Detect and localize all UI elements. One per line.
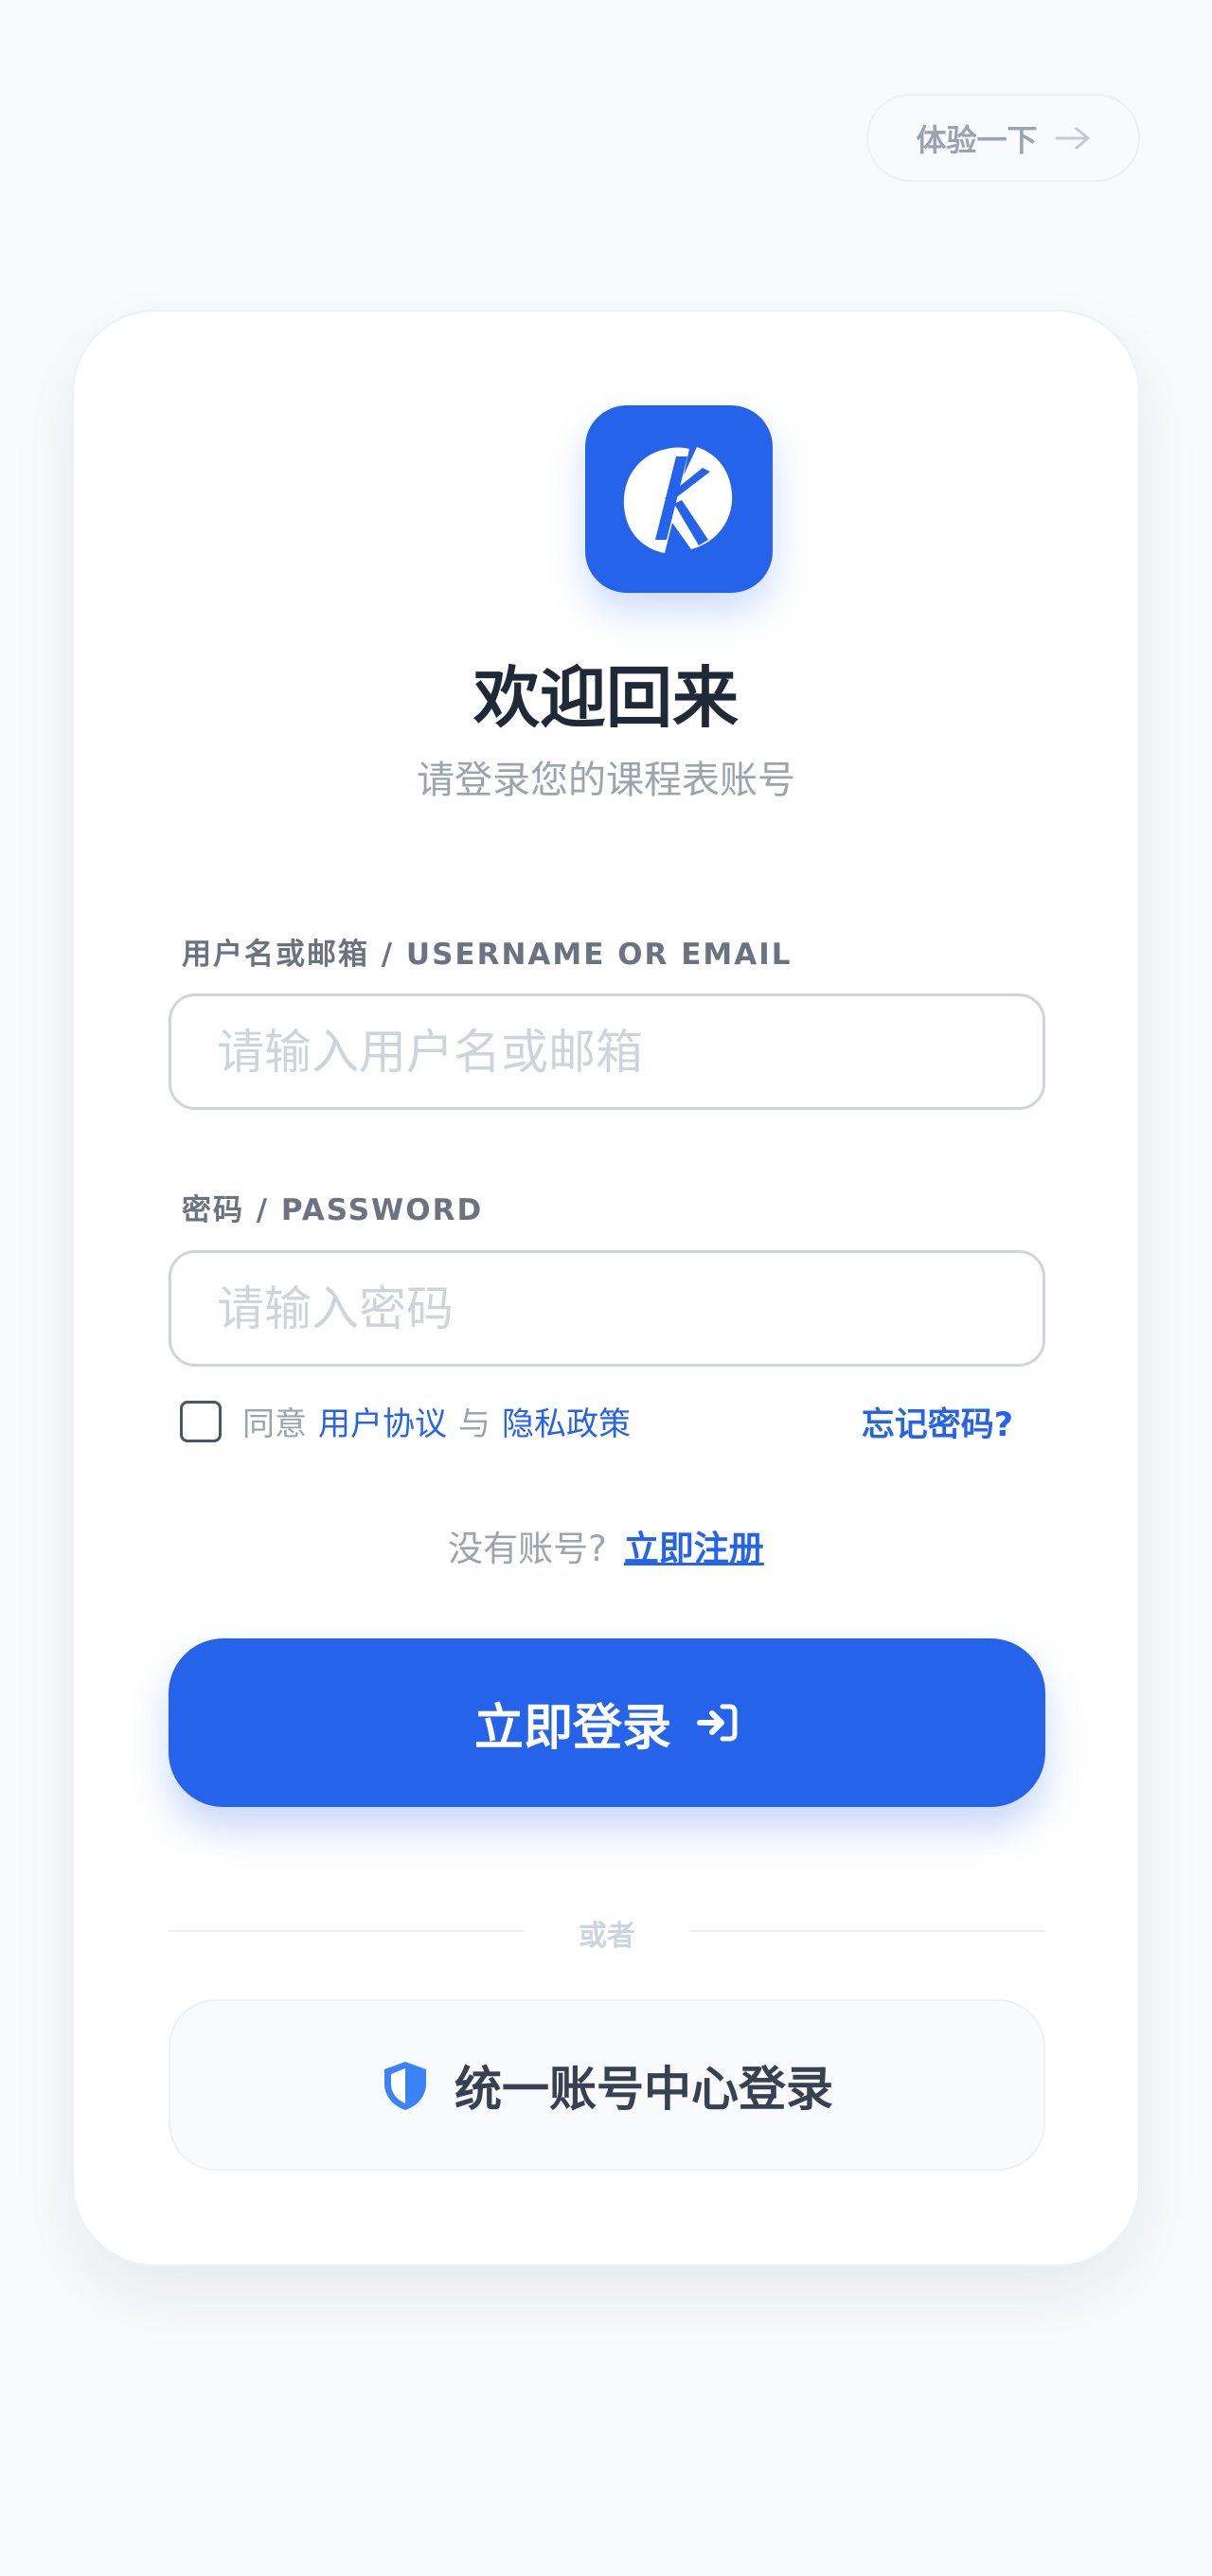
- password-label: 密码 / PASSWORD: [182, 1193, 484, 1227]
- sign-in-icon: [697, 1704, 738, 1742]
- agreement-row: 同意 用户协议 与 隐私政策: [180, 1398, 640, 1444]
- k-logo-icon: [585, 405, 773, 593]
- shield-icon: [384, 2061, 426, 2110]
- divider-line-right: [689, 1930, 1045, 1932]
- arrow-right-icon: [1055, 127, 1089, 149]
- register-row: 没有账号? 立即注册: [74, 1520, 1138, 1571]
- divider-text: 或者: [579, 1920, 635, 1953]
- login-page: 体验一下 欢迎回来 请登录您的课程表账号 用户名或邮箱 / USERNAME O…: [0, 0, 1212, 2576]
- no-account-text: 没有账号?: [448, 1529, 607, 1569]
- sso-login-button[interactable]: 统一账号中心登录: [169, 1999, 1045, 2171]
- privacy-link[interactable]: 隐私政策: [502, 1398, 631, 1444]
- try-demo-button[interactable]: 体验一下: [866, 94, 1140, 182]
- agree-and: 与: [458, 1405, 490, 1443]
- agree-prefix: 同意: [242, 1405, 307, 1443]
- page-title: 欢迎回来: [473, 659, 739, 737]
- page-subtitle: 请登录您的课程表账号: [417, 759, 795, 802]
- terms-link[interactable]: 用户协议: [318, 1398, 447, 1444]
- login-button-label: 立即登录: [473, 1699, 671, 1757]
- sso-button-label: 统一账号中心登录: [454, 2061, 833, 2117]
- register-link[interactable]: 立即注册: [624, 1529, 764, 1569]
- forgot-password-link[interactable]: 忘记密码?: [862, 1398, 1013, 1446]
- login-button[interactable]: 立即登录: [169, 1638, 1045, 1807]
- username-label: 用户名或邮箱 / USERNAME OR EMAIL: [182, 938, 793, 972]
- try-demo-label: 体验一下: [916, 121, 1038, 158]
- username-input[interactable]: [169, 993, 1045, 1110]
- agree-checkbox[interactable]: [180, 1400, 222, 1442]
- or-divider: 或者: [169, 1903, 1045, 1959]
- login-card: 欢迎回来 请登录您的课程表账号 用户名或邮箱 / USERNAME OR EMA…: [72, 310, 1140, 2266]
- password-input[interactable]: [169, 1250, 1045, 1367]
